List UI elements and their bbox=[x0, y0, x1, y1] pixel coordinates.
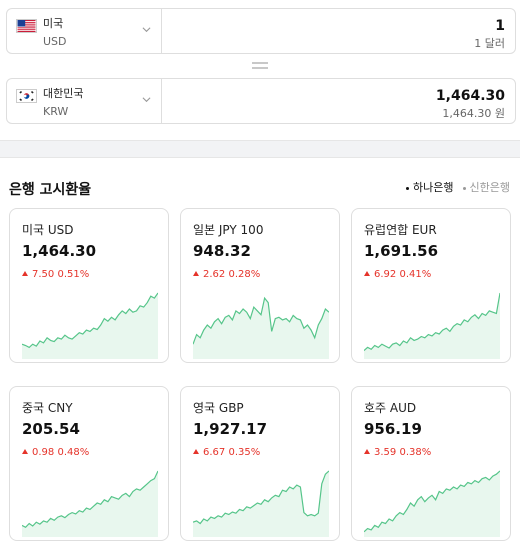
card-change: 3.59 0.38% bbox=[364, 447, 431, 458]
sparkline-chart bbox=[193, 296, 329, 359]
card-rate: 1,464.30 bbox=[22, 242, 97, 260]
card-rate: 205.54 bbox=[22, 420, 80, 438]
rate-card-gbp[interactable]: 영국 GBP 1,927.17 6.67 0.35% bbox=[180, 386, 340, 541]
card-change: 0.98 0.48% bbox=[22, 447, 89, 458]
card-change: 6.92 0.41% bbox=[364, 269, 431, 280]
from-currency-select[interactable]: 미국 USD bbox=[7, 9, 162, 53]
card-currency-name: 일본 JPY 100 bbox=[193, 223, 264, 237]
sparkline-area bbox=[193, 298, 329, 359]
rate-card-eur[interactable]: 유럽연합 EUR 1,691.56 6.92 0.41% bbox=[351, 208, 511, 363]
chevron-down-icon bbox=[142, 97, 151, 103]
card-currency-name: 중국 CNY bbox=[22, 401, 73, 415]
up-triangle-icon bbox=[22, 449, 28, 454]
from-currency-code: USD bbox=[43, 35, 67, 48]
to-amount-value: 1,464.30 bbox=[435, 88, 505, 104]
from-amount-words: 1 달러 bbox=[474, 37, 505, 50]
bank-tabs: 하나은행 신한은행 bbox=[406, 179, 510, 195]
up-triangle-icon bbox=[193, 449, 199, 454]
from-amount-input[interactable]: 1 1 달러 bbox=[162, 9, 515, 53]
to-amount-input[interactable]: 1,464.30 1,464.30 원 bbox=[162, 79, 515, 123]
card-rate: 948.32 bbox=[193, 242, 251, 260]
card-change: 7.50 0.51% bbox=[22, 269, 89, 280]
bank-tab-shinhan[interactable]: 신한은행 bbox=[462, 179, 510, 195]
from-currency-row: 미국 USD 1 1 달러 bbox=[6, 8, 516, 54]
card-rate: 956.19 bbox=[364, 420, 422, 438]
from-amount-value: 1 bbox=[495, 18, 505, 34]
rate-card-jpy[interactable]: 일본 JPY 100 948.32 2.62 0.28% bbox=[180, 208, 340, 363]
card-rate: 1,927.17 bbox=[193, 420, 268, 438]
card-currency-name: 호주 AUD bbox=[364, 401, 417, 415]
card-currency-name: 영국 GBP bbox=[193, 401, 244, 415]
sparkline-area bbox=[22, 471, 158, 537]
rate-card-usd[interactable]: 미국 USD 1,464.30 7.50 0.51% bbox=[9, 208, 169, 363]
card-currency-name: 미국 USD bbox=[22, 223, 74, 237]
kr-flag-icon bbox=[16, 89, 37, 103]
sparkline-chart bbox=[193, 470, 329, 537]
to-currency-row: 대한민국 KRW 1,464.30 1,464.30 원 bbox=[6, 78, 516, 124]
sparkline-chart bbox=[22, 470, 158, 537]
us-flag-icon bbox=[16, 19, 37, 33]
to-currency-select[interactable]: 대한민국 KRW bbox=[7, 79, 162, 123]
card-change: 2.62 0.28% bbox=[193, 269, 260, 280]
up-triangle-icon bbox=[193, 271, 199, 276]
card-rate: 1,691.56 bbox=[364, 242, 439, 260]
rate-card-cny[interactable]: 중국 CNY 205.54 0.98 0.48% bbox=[9, 386, 169, 541]
up-triangle-icon bbox=[364, 449, 370, 454]
section-title: 은행 고시환율 bbox=[9, 182, 92, 198]
up-triangle-icon bbox=[364, 271, 370, 276]
sparkline-chart bbox=[22, 292, 158, 359]
to-currency-code: KRW bbox=[43, 105, 69, 118]
card-currency-name: 유럽연합 EUR bbox=[364, 223, 437, 237]
up-triangle-icon bbox=[22, 271, 28, 276]
card-change: 6.67 0.35% bbox=[193, 447, 260, 458]
sparkline-chart bbox=[364, 470, 500, 537]
section-divider bbox=[0, 140, 520, 158]
rate-card-aud[interactable]: 호주 AUD 956.19 3.59 0.38% bbox=[351, 386, 511, 541]
equals-icon bbox=[252, 62, 268, 70]
to-amount-words: 1,464.30 원 bbox=[442, 107, 505, 120]
sparkline-area bbox=[22, 293, 158, 359]
chevron-down-icon bbox=[142, 27, 151, 33]
sparkline-area bbox=[364, 293, 500, 359]
bank-tab-hana[interactable]: 하나은행 bbox=[406, 179, 454, 195]
sparkline-chart bbox=[364, 292, 500, 359]
